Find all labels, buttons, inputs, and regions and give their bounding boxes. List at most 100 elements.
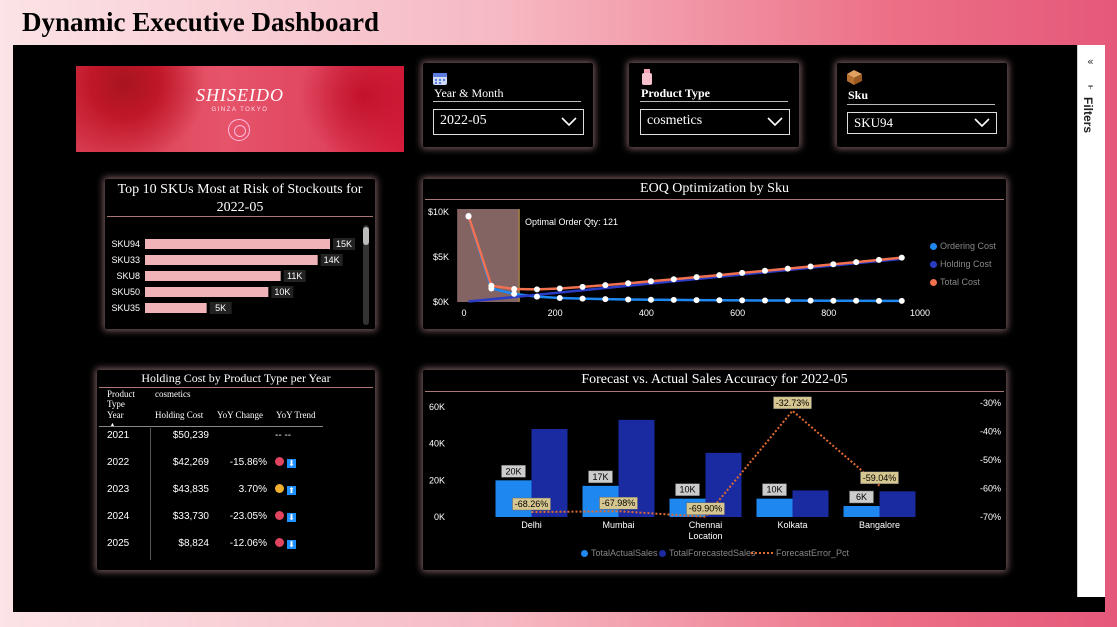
data-point <box>716 272 723 279</box>
col-holding-cost[interactable]: Holding Cost <box>155 410 203 420</box>
data-point <box>875 256 882 263</box>
cell-yoy-trend: ⬇ <box>275 457 296 468</box>
actual-sales-bar <box>843 506 880 517</box>
data-point <box>488 282 495 289</box>
y-tick-label: $0K <box>433 297 449 307</box>
actual-sales-bar <box>756 498 793 517</box>
slicer-title: Product Type <box>641 86 711 100</box>
status-dot-icon <box>275 457 284 466</box>
cell-holding-cost: $42,269 <box>172 457 209 468</box>
data-point <box>898 297 905 304</box>
sku-label: SKU94 <box>111 239 140 249</box>
table-title: Holding Cost by Product Type per Year <box>141 371 331 385</box>
dropdown-value: SKU94 <box>854 115 894 130</box>
sku-dropdown[interactable]: SKU94 <box>847 112 997 134</box>
divider <box>107 216 373 217</box>
data-point <box>579 283 586 290</box>
category-label: Delhi <box>521 520 542 530</box>
error-data-label: -67.98% <box>602 498 636 508</box>
divider <box>99 387 373 388</box>
product-type-dropdown[interactable]: cosmetics <box>640 109 790 135</box>
filters-pane[interactable]: « ⫧ Filters <box>1077 45 1105 597</box>
data-label: 10K <box>274 287 290 297</box>
divider <box>640 101 788 102</box>
filter-icon: ⫧ <box>1088 82 1094 92</box>
calendar-icon <box>433 73 447 85</box>
data-point <box>670 296 677 303</box>
category-label: Kolkata <box>777 520 807 530</box>
slicer-year-month: Year & Month 2022-05 <box>423 63 593 147</box>
brand-seal-icon <box>228 119 250 141</box>
header-cosmetics: cosmetics <box>155 389 191 399</box>
category-label: Bangalore <box>859 520 900 530</box>
status-dot-icon <box>275 538 284 547</box>
arrow-down-icon: ⬇ <box>287 513 296 522</box>
col-yoy-change[interactable]: YoY Change <box>217 410 263 420</box>
data-point <box>784 265 791 272</box>
data-point <box>693 274 700 281</box>
actual-data-label: 20K <box>505 466 521 476</box>
filters-label[interactable]: Filters <box>1081 97 1095 133</box>
year-month-dropdown[interactable]: 2022-05 <box>433 109 584 135</box>
scrollbar-thumb[interactable] <box>363 227 369 245</box>
cell-yoy-trend: ⬇ <box>275 511 296 522</box>
sort-ascending-icon[interactable]: ▲ <box>109 420 116 430</box>
data-point <box>761 297 768 304</box>
legend-dot <box>930 279 937 286</box>
header-year[interactable]: Year <box>107 410 124 420</box>
error-data-label: -68.26% <box>515 499 549 509</box>
sku-bar <box>145 239 330 249</box>
sku-label: SKU33 <box>111 255 140 265</box>
legend-total-cost: Total Cost <box>930 277 980 287</box>
top-skus-chart: SKU94 15K SKU33 14K SKU8 11K SKU50 10K SKU35 5K <box>111 238 355 314</box>
data-point <box>784 297 791 304</box>
arrow-up-icon: ⬆ <box>287 486 296 495</box>
scrollbar[interactable] <box>363 225 369 325</box>
divider <box>847 104 995 105</box>
data-label: 15K <box>336 239 352 249</box>
dropdown-value: cosmetics <box>647 113 703 128</box>
cell-year: 2021 <box>107 430 130 441</box>
collapse-chevron-icon[interactable]: « <box>1087 55 1094 68</box>
data-label: 14K <box>324 255 340 265</box>
data-point <box>853 259 860 266</box>
legend-label: Total Cost <box>940 277 981 287</box>
y-tick-label: 20K <box>429 475 445 485</box>
legend-dot <box>581 550 588 557</box>
data-point <box>807 263 814 270</box>
cell-yoy-trend: ⬆ <box>275 484 296 495</box>
x-tick-label: 1000 <box>910 308 930 318</box>
legend-forecast-error: ForecastError_Pct <box>751 548 849 558</box>
cell-holding-cost: $8,824 <box>178 538 209 549</box>
cell-year: 2022 <box>107 457 130 468</box>
col-yoy-trend[interactable]: YoY Trend <box>276 410 316 420</box>
bottle-icon <box>642 69 652 85</box>
category-label: Chennai <box>689 520 723 530</box>
y2-tick-label: -60% <box>980 484 1001 494</box>
y-tick-label: $10K <box>428 207 449 217</box>
data-point <box>761 267 768 274</box>
legend-line <box>751 552 773 554</box>
top-skus-card: Top 10 SKUs Most at Risk of Stockouts fo… <box>105 179 375 329</box>
cell-yoy-change: -12.06% <box>229 538 267 549</box>
y-tick-label: 40K <box>429 439 445 449</box>
actual-data-label: 6K <box>856 492 867 502</box>
y-tick-label: $5K <box>433 252 449 262</box>
divider <box>99 426 323 427</box>
cell-yoy-trend: ⬇ <box>275 538 296 549</box>
data-point <box>465 213 472 220</box>
data-point <box>739 297 746 304</box>
data-point <box>693 297 700 304</box>
data-point <box>602 282 609 289</box>
cell-yoy-trend: -- -- <box>275 430 292 441</box>
forecast-sales-bar <box>879 491 916 517</box>
divider <box>433 101 581 102</box>
series-line <box>467 215 902 291</box>
data-point <box>556 285 563 292</box>
y-tick-label: 60K <box>429 402 445 412</box>
error-data-label: -32.73% <box>776 398 810 408</box>
dashboard-title: Dynamic Executive Dashboard <box>22 7 379 37</box>
cell-holding-cost: $43,835 <box>172 484 209 495</box>
data-point <box>739 269 746 276</box>
data-point <box>898 254 905 261</box>
